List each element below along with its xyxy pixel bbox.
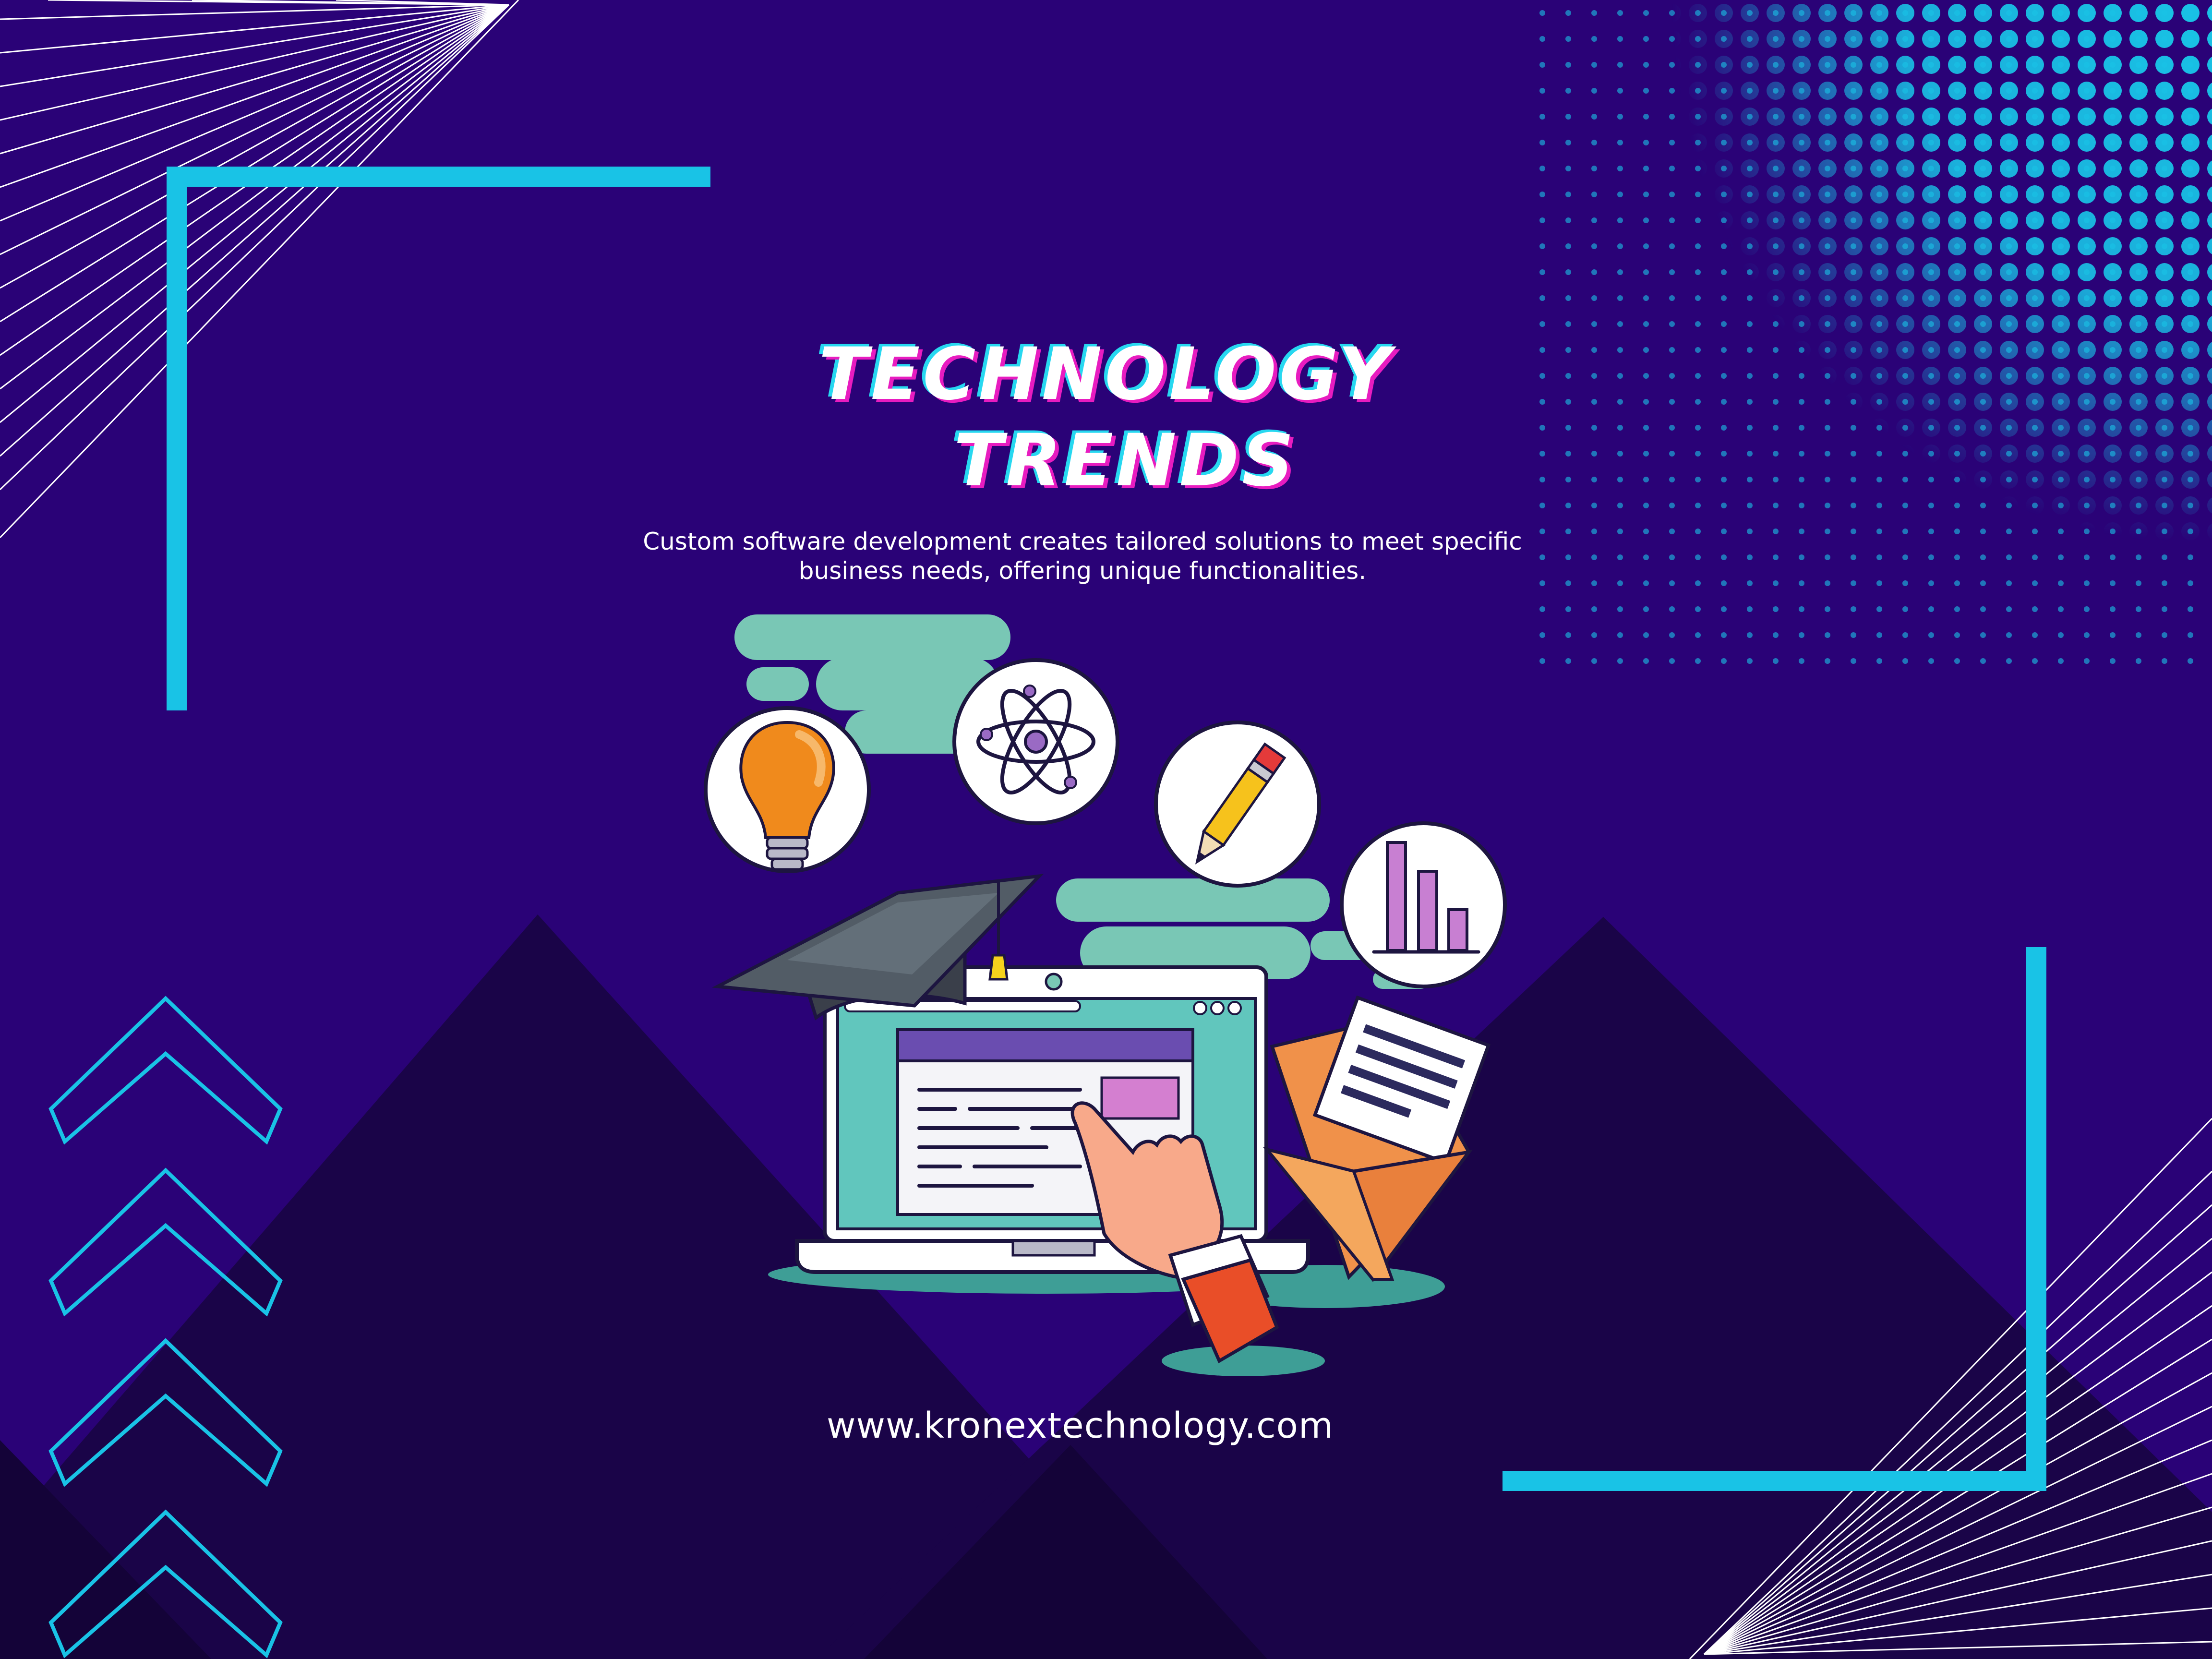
pencil-icon bbox=[1154, 721, 1321, 888]
bar-chart-icon bbox=[1340, 821, 1507, 988]
description-line-2: business needs, offering unique function… bbox=[798, 557, 1367, 585]
title-line-1: TECHNOLOGY bbox=[818, 333, 1394, 416]
title-line-2: TRENDS bbox=[953, 419, 1297, 503]
laptop-icon bbox=[795, 965, 1310, 1274]
atom-icon bbox=[952, 658, 1119, 825]
poster: TECHNOLOGY TRENDS Custom software develo… bbox=[0, 0, 2212, 1659]
lightbulb-icon bbox=[704, 706, 871, 873]
website-url: www.kronextechnology.com bbox=[826, 1405, 1334, 1446]
description-line-1: Custom software development creates tail… bbox=[643, 528, 1522, 555]
